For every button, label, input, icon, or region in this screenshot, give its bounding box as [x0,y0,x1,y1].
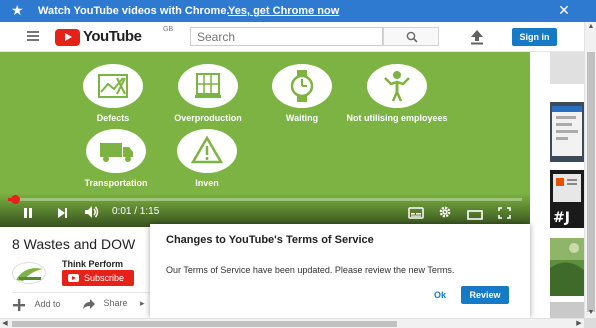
not-utilising-employees-item: Not utilising employees [338,64,456,123]
terms-of-service-dialog: Changes to YouTube's Terms of Service Ou… [150,224,530,318]
share-button[interactable]: Share [82,298,128,310]
sign-in-button[interactable]: Sign in [512,28,557,46]
vertical-scroll-thumb[interactable] [587,52,595,312]
waiting-item: Waiting [272,64,332,123]
promo-trailing: . [332,5,336,17]
youtube-icon [68,274,79,282]
fullscreen-icon[interactable] [498,206,511,224]
next-icon[interactable] [56,206,68,224]
related-video-thumbnail[interactable] [550,102,584,162]
person-icon [367,64,427,108]
horizontal-scroll-thumb[interactable] [12,321,397,327]
overproduction-item: Overproduction [170,64,246,123]
settings-gear-icon[interactable] [438,205,452,224]
get-chrome-link[interactable]: Yes, get Chrome now [228,5,339,17]
item-label: Defects [96,113,130,123]
item-label: Inven [195,178,219,188]
scroll-up-icon[interactable]: ▲ [585,22,596,32]
scroll-right-icon[interactable]: ▶ [574,319,584,328]
star-icon: ★ [11,2,24,18]
plus-icon [13,299,25,311]
watch-icon [272,64,332,108]
upload-icon[interactable] [470,29,484,45]
item-label: Not utilising employees [346,113,448,123]
warning-icon [177,129,237,173]
more-actions-icon[interactable]: ▸ [140,298,145,309]
review-button[interactable]: Review [461,286,509,304]
search-input[interactable] [190,27,383,46]
channel-avatar[interactable] [12,262,46,284]
truck-icon [86,129,146,173]
related-video-thumbnail[interactable]: #J [550,170,584,228]
progress-handle[interactable] [10,195,20,204]
add-to-label: Add to [34,299,61,310]
masthead: YouTube GB Sign in [0,22,584,52]
dialog-message: Our Terms of Service have been updated. … [166,265,455,275]
pallet-icon [178,64,238,108]
country-code: GB [163,26,174,33]
share-label: Share [103,298,128,309]
related-video-thumbnail[interactable] [550,302,584,318]
logo-wordmark: YouTube [83,28,142,45]
inventory-item: Inven [172,129,242,188]
related-video-thumbnail[interactable] [550,52,584,84]
item-label: Waiting [285,113,319,123]
progress-bar[interactable] [8,195,522,204]
vertical-scrollbar[interactable]: ▲ ▼ [584,22,596,318]
menu-icon[interactable] [27,31,39,41]
item-label: Overproduction [174,113,242,123]
scroll-left-icon[interactable]: ◀ [0,319,10,328]
video-title: 8 Wastes and DOW [12,236,136,252]
search-icon [406,31,418,43]
subscribe-label: Subscribe [84,273,125,283]
promo-message: Watch YouTube videos with Chrome. [38,5,230,17]
volume-icon[interactable] [84,205,100,224]
scrollbar-corner [584,318,596,328]
horizontal-scrollbar[interactable]: ◀ ▶ [0,318,584,328]
item-label: Transportation [84,178,148,188]
related-videos-strip: #J [530,52,584,318]
defects-item: Defects [83,64,143,123]
add-to-button[interactable]: Add to [12,298,61,312]
svg-text:#J: #J [553,210,570,226]
ok-button[interactable]: Ok [434,290,446,300]
share-arrow-icon [83,299,95,309]
pause-icon[interactable] [22,206,34,224]
transportation-item: Transportation [78,129,154,188]
time-display: 0:01 / 1:15 [112,206,160,217]
close-icon[interactable]: ✕ [557,2,571,18]
youtube-play-icon [55,29,80,46]
theater-mode-icon[interactable] [467,207,483,225]
related-video-thumbnail[interactable] [550,238,584,296]
video-player[interactable]: Defects Overproduction Waiting Not utili… [0,52,530,227]
divider [12,292,150,293]
chrome-promo-bar: ★ Watch YouTube videos with Chrome. Yes,… [0,0,596,22]
subscribe-button[interactable]: Subscribe [62,270,134,286]
chart-icon [83,64,143,108]
scroll-down-icon[interactable]: ▼ [585,308,596,318]
browser-viewport: ★ Watch YouTube videos with Chrome. Yes,… [0,0,596,328]
dialog-title: Changes to YouTube's Terms of Service [166,234,374,246]
subtitles-icon[interactable] [408,206,424,224]
search-button[interactable] [383,27,439,46]
channel-name[interactable]: Think Perform [62,259,123,269]
